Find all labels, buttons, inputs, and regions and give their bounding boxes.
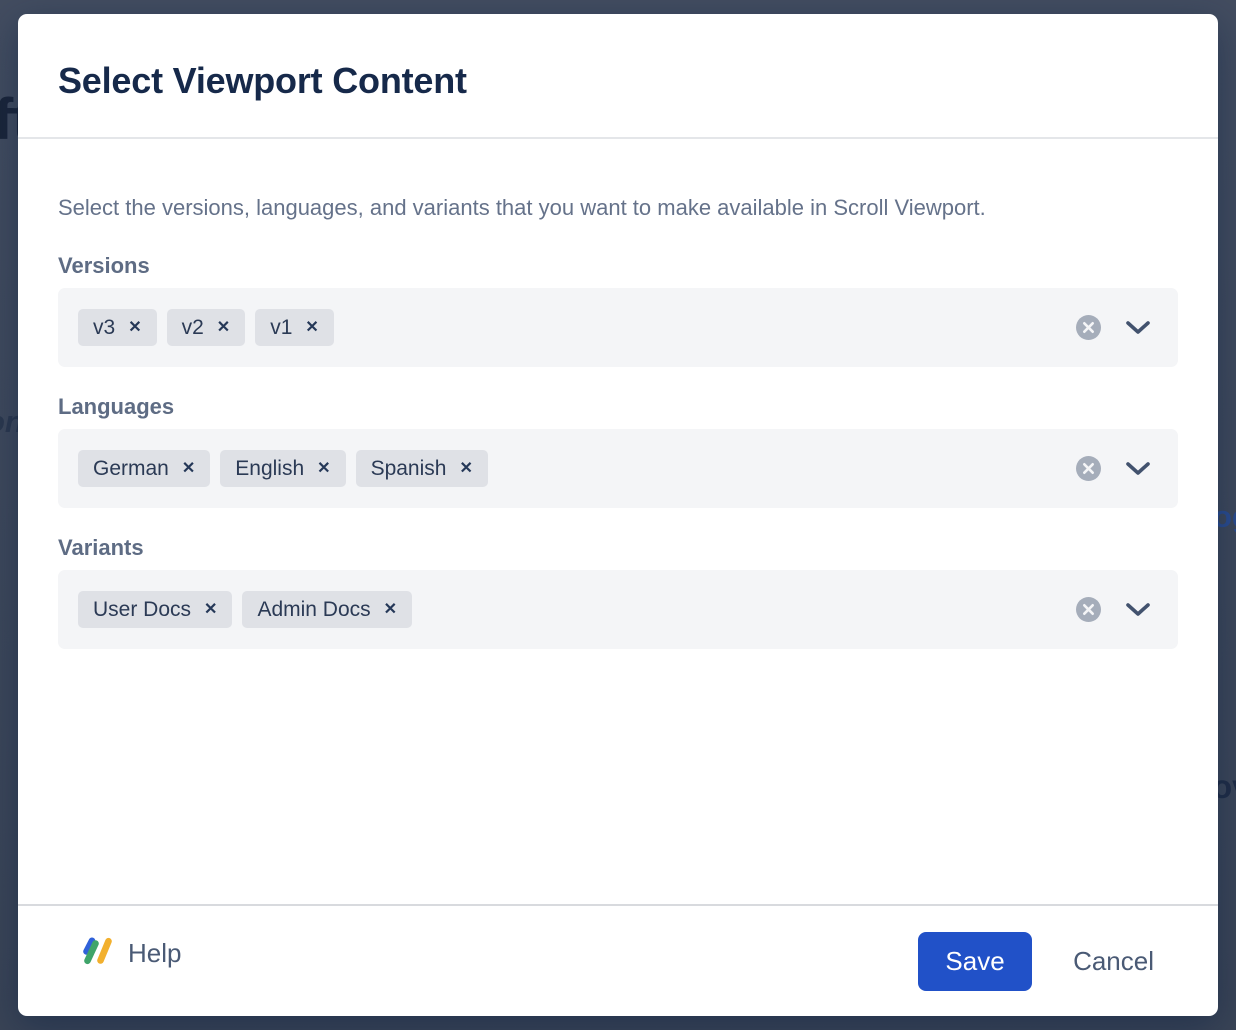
field-controls (1076, 315, 1151, 340)
versions-tags: v3 ✕ v2 ✕ v1 ✕ (78, 309, 334, 346)
languages-tags: German ✕ English ✕ Spanish ✕ (78, 450, 488, 487)
tag-label: German (93, 457, 169, 481)
tag-remove-icon[interactable]: ✕ (204, 602, 217, 618)
selected-option-tag: English ✕ (220, 450, 345, 487)
dialog-footer: Help Save Cancel (18, 904, 1218, 1016)
chevron-down-icon[interactable] (1125, 602, 1151, 618)
tag-label: v3 (93, 316, 115, 340)
dialog-description: Select the versions, languages, and vari… (58, 194, 1178, 222)
dialog-header: Select Viewport Content (18, 14, 1218, 139)
languages-multiselect[interactable]: German ✕ English ✕ Spanish ✕ (58, 429, 1178, 508)
help-label: Help (128, 938, 181, 969)
chevron-down-icon[interactable] (1125, 461, 1151, 477)
tag-label: Admin Docs (257, 598, 370, 622)
select-viewport-content-dialog: Select Viewport Content Select the versi… (18, 14, 1218, 1016)
versions-label: Versions (58, 253, 1178, 279)
clear-all-icon[interactable] (1076, 597, 1101, 622)
selected-option-tag: Spanish ✕ (356, 450, 488, 487)
tag-label: Spanish (371, 457, 447, 481)
tag-remove-icon[interactable]: ✕ (305, 320, 318, 336)
selected-option-tag: v2 ✕ (167, 309, 246, 346)
tag-remove-icon[interactable]: ✕ (384, 602, 397, 618)
field-controls (1076, 456, 1151, 481)
tag-remove-icon[interactable]: ✕ (217, 320, 230, 336)
tag-remove-icon[interactable]: ✕ (128, 320, 141, 336)
variants-field-group: Variants User Docs ✕ Admin Docs ✕ (58, 535, 1178, 649)
variants-label: Variants (58, 535, 1178, 561)
footer-actions: Save Cancel (918, 932, 1154, 991)
tag-remove-icon[interactable]: ✕ (182, 461, 195, 477)
selected-option-tag: v3 ✕ (78, 309, 157, 346)
selected-option-tag: User Docs ✕ (78, 591, 232, 628)
selected-option-tag: Admin Docs ✕ (242, 591, 412, 628)
dialog-title: Select Viewport Content (58, 60, 467, 102)
versions-field-group: Versions v3 ✕ v2 ✕ v1 ✕ (58, 253, 1178, 367)
tag-remove-icon[interactable]: ✕ (459, 461, 472, 477)
variants-tags: User Docs ✕ Admin Docs ✕ (78, 591, 412, 628)
cancel-button[interactable]: Cancel (1073, 946, 1154, 977)
tag-label: v1 (270, 316, 292, 340)
chevron-down-icon[interactable] (1125, 320, 1151, 336)
versions-multiselect[interactable]: v3 ✕ v2 ✕ v1 ✕ (58, 288, 1178, 367)
tag-label: English (235, 457, 304, 481)
k15t-logo-icon (82, 937, 113, 970)
variants-multiselect[interactable]: User Docs ✕ Admin Docs ✕ (58, 570, 1178, 649)
tag-remove-icon[interactable]: ✕ (317, 461, 330, 477)
clear-all-icon[interactable] (1076, 315, 1101, 340)
languages-field-group: Languages German ✕ English ✕ Spanish ✕ (58, 394, 1178, 508)
save-button[interactable]: Save (918, 932, 1032, 991)
selected-option-tag: v1 ✕ (255, 309, 334, 346)
tag-label: v2 (182, 316, 204, 340)
help-link[interactable]: Help (82, 937, 181, 970)
clear-all-icon[interactable] (1076, 456, 1101, 481)
field-controls (1076, 597, 1151, 622)
selected-option-tag: German ✕ (78, 450, 210, 487)
tag-label: User Docs (93, 598, 191, 622)
languages-label: Languages (58, 394, 1178, 420)
